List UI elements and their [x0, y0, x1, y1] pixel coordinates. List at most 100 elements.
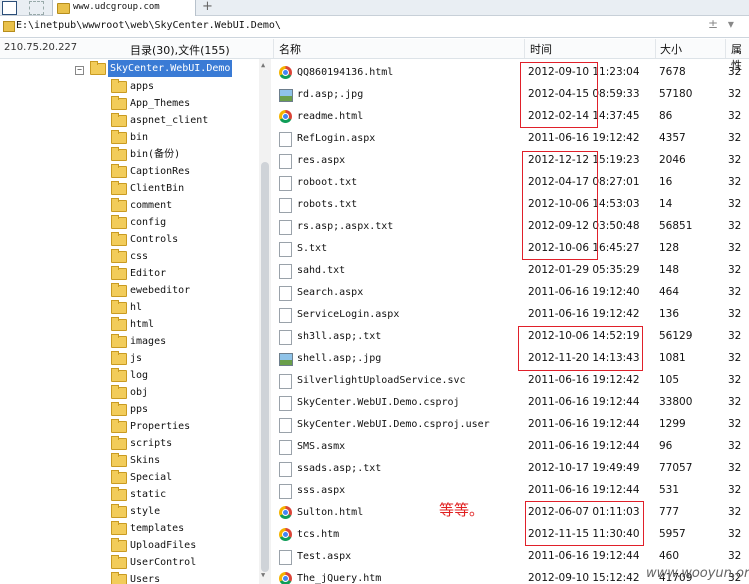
table-row[interactable]: RefLogin.aspx 2011-06-16 19:12:42 4357 32: [274, 128, 749, 150]
file-attr: 32: [728, 396, 742, 408]
table-row[interactable]: ssads.asp;.txt 2012-10-17 19:49:49 77057 32: [274, 458, 749, 480]
folder-icon: [111, 232, 127, 246]
file-attr: 32: [728, 462, 742, 474]
folder-icon: [111, 385, 127, 399]
folder-icon: [57, 3, 70, 14]
file-name: SilverlightUploadService.svc: [297, 375, 466, 386]
table-row[interactable]: SMS.asmx 2011-06-16 19:12:44 96 32: [274, 436, 749, 458]
file-name: Sulton.html: [297, 507, 364, 518]
collapse-icon[interactable]: −: [75, 66, 84, 75]
folder-open-icon: [90, 61, 106, 75]
tree-folder-label: Controls: [130, 234, 179, 245]
file-attr: 32: [728, 154, 742, 166]
file-icon: [279, 198, 292, 213]
tree-folder-label: html: [130, 319, 155, 330]
file-icon: [279, 462, 292, 477]
folder-icon: [111, 470, 127, 484]
tree-folder-label: App_Themes: [130, 98, 191, 109]
tree-folder-label: UploadFiles: [130, 540, 197, 551]
tab-active[interactable]: www.udcgroup.com: [52, 0, 196, 16]
file-name: roboot.txt: [297, 177, 358, 188]
file-size: 777: [659, 506, 680, 518]
tree-folder-label: js: [130, 353, 143, 364]
chrome-icon: [279, 506, 292, 519]
table-row[interactable]: res.aspx 2012-12-12 15:19:23 2046 32: [274, 150, 749, 172]
table-row[interactable]: SkyCenter.WebUI.Demo.csproj 2011-06-16 19…: [274, 392, 749, 414]
file-attr: 32: [728, 88, 742, 100]
folder-icon: [111, 572, 127, 584]
scrollbar-thumb[interactable]: [261, 162, 269, 572]
table-row[interactable]: Test.aspx 2011-06-16 19:12:44 460 32: [274, 546, 749, 568]
folder-icon: [111, 266, 127, 280]
file-icon: [279, 396, 292, 411]
file-icon: [279, 374, 292, 389]
table-row[interactable]: SkyCenter.WebUI.Demo.csproj.user 2011-06-…: [274, 414, 749, 436]
file-name: ServiceLogin.aspx: [297, 309, 400, 320]
file-name: robots.txt: [297, 199, 358, 210]
file-size: 531: [659, 484, 680, 496]
tree-scrollbar[interactable]: ▲ ▼: [259, 59, 271, 584]
file-time: 2011-06-16 19:12:40: [528, 286, 640, 298]
table-row[interactable]: tcs.htm 2012-11-15 11:30:40 5957 32: [274, 524, 749, 546]
file-attr: 32: [728, 66, 742, 78]
column-header-time[interactable]: 时间: [530, 41, 552, 57]
column-header-size[interactable]: 大小: [660, 41, 682, 57]
tree-folder-label: scripts: [130, 438, 173, 449]
path-controls[interactable]: ± ▾: [708, 17, 737, 31]
file-name: sh3ll.asp;.txt: [297, 331, 382, 342]
scroll-down-icon[interactable]: ▼: [261, 571, 265, 579]
file-attr: 32: [728, 176, 742, 188]
table-row[interactable]: rs.asp;.aspx.txt 2012-09-12 03:50:48 56851…: [274, 216, 749, 238]
file-icon: [279, 484, 292, 499]
scroll-up-icon[interactable]: ▲: [261, 61, 265, 69]
table-row[interactable]: rd.asp;.jpg 2012-04-15 08:59:33 57180 32: [274, 84, 749, 106]
new-window-icon[interactable]: [29, 1, 44, 15]
table-row[interactable]: S.txt 2012-10-06 16:45:27 128 32: [274, 238, 749, 260]
file-size: 105: [659, 374, 680, 386]
tree-folder-label: css: [130, 251, 149, 262]
file-size: 56851: [659, 220, 693, 232]
path-bar[interactable]: E:\inetpub\wwwroot\web\SkyCenter.WebUI.D…: [0, 16, 749, 38]
file-time: 2011-06-16 19:12:44: [528, 418, 640, 430]
tab-bar: www.udcgroup.com +: [0, 0, 749, 16]
column-separator: [725, 39, 726, 58]
image-file-icon: [279, 353, 293, 366]
table-row[interactable]: readme.html 2012-02-14 14:37:45 86 32: [274, 106, 749, 128]
file-size: 1081: [659, 352, 686, 364]
table-row[interactable]: sss.aspx 2011-06-16 19:12:44 531 32: [274, 480, 749, 502]
column-separator: [273, 39, 274, 58]
tree-folder-label: ewebeditor: [130, 285, 191, 296]
file-size: 77057: [659, 462, 693, 474]
window-icon[interactable]: [2, 1, 17, 15]
image-file-icon: [279, 89, 293, 102]
add-tab-button[interactable]: +: [202, 0, 213, 14]
tree-folder-label: Skins: [130, 455, 161, 466]
table-row[interactable]: Search.aspx 2011-06-16 19:12:40 464 32: [274, 282, 749, 304]
table-row[interactable]: Sulton.html 2012-06-07 01:11:03 777 32: [274, 502, 749, 524]
folder-icon: [111, 96, 127, 110]
tree-folder-label: apps: [130, 81, 155, 92]
chrome-icon: [279, 572, 292, 584]
path-text[interactable]: E:\inetpub\wwwroot\web\SkyCenter.WebUI.D…: [16, 20, 281, 31]
table-row[interactable]: ServiceLogin.aspx 2011-06-16 19:12:42 136 3…: [274, 304, 749, 326]
file-name: rs.asp;.aspx.txt: [297, 221, 394, 232]
file-size: 16: [659, 176, 673, 188]
table-row[interactable]: sh3ll.asp;.txt 2012-10-06 14:52:19 56129 32: [274, 326, 749, 348]
table-row[interactable]: SilverlightUploadService.svc 2011-06-16 1…: [274, 370, 749, 392]
file-size: 148: [659, 264, 680, 276]
file-icon: [279, 286, 292, 301]
file-attr: 32: [728, 528, 742, 540]
file-size: 96: [659, 440, 673, 452]
file-time: 2012-09-10 15:12:42: [528, 572, 640, 584]
folder-icon: [111, 351, 127, 365]
column-header-name[interactable]: 名称: [279, 41, 301, 57]
table-row[interactable]: QQ860194136.html 2012-09-10 11:23:04 7678 3…: [274, 62, 749, 84]
table-row[interactable]: shell.asp;.jpg 2012-11-20 14:13:43 1081 32: [274, 348, 749, 370]
file-name: shell.asp;.jpg: [297, 353, 382, 364]
folder-icon: [111, 487, 127, 501]
file-time: 2011-06-16 19:12:44: [528, 440, 640, 452]
table-row[interactable]: roboot.txt 2012-04-17 08:27:01 16 32: [274, 172, 749, 194]
table-row[interactable]: robots.txt 2012-10-06 14:53:03 14 32: [274, 194, 749, 216]
table-row[interactable]: sahd.txt 2012-01-29 05:35:29 148 32: [274, 260, 749, 282]
highlight-box: [518, 326, 643, 371]
